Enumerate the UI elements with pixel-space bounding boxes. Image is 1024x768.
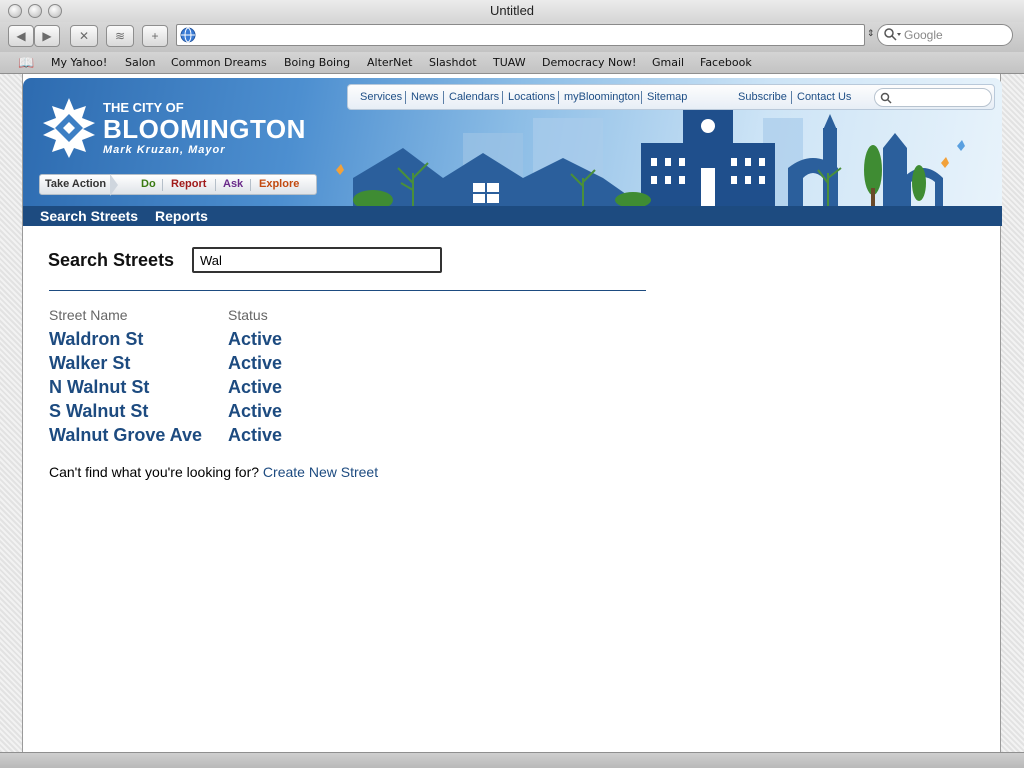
bookmark-tuaw[interactable]: TUAW (493, 56, 526, 69)
take-action-bar: Take Action Do Report Ask Explore (39, 174, 317, 196)
take-action-label: Take Action (45, 178, 107, 190)
site-header: THE CITY OF BLOOMINGTON Mark Kruzan, May… (23, 78, 1002, 206)
nav-locations[interactable]: Locations (508, 91, 555, 104)
bookmark-democracy-now[interactable]: Democracy Now! (542, 56, 636, 69)
bookmark-alternet[interactable]: AlterNet (367, 56, 413, 69)
window-titlebar: Untitled (0, 0, 1024, 22)
bookmark-common-dreams[interactable]: Common Dreams (171, 56, 267, 69)
nav-separator (443, 91, 444, 104)
take-action-report[interactable]: Report (171, 178, 206, 190)
street-name-link[interactable]: Walker St (49, 353, 130, 374)
bookmark-add-button[interactable]: ≋ (106, 25, 134, 47)
city-name: BLOOMINGTON (103, 114, 306, 144)
table-row: Walnut Grove Ave Active (23, 425, 623, 449)
browser-status-bar (0, 752, 1024, 768)
window-title: Untitled (489, 3, 535, 18)
bookmark-slashdot[interactable]: Slashdot (429, 56, 477, 69)
globe-icon (180, 27, 196, 43)
search-icon (880, 92, 892, 104)
top-utility-nav: Services News Calendars Locations myBloo… (347, 84, 995, 110)
subnav-search-streets[interactable]: Search Streets (40, 208, 138, 224)
nav-separator (641, 91, 642, 104)
bookmark-gmail[interactable]: Gmail (652, 56, 684, 69)
zoom-window-button[interactable] (48, 4, 62, 18)
google-search-field[interactable]: Google (877, 24, 1013, 46)
bookmarks-icon: ≋ (114, 29, 126, 43)
column-header-street-name: Street Name (49, 307, 128, 323)
minimize-window-button[interactable] (28, 4, 42, 18)
take-action-separator (162, 179, 163, 191)
take-action-separator (250, 179, 251, 191)
nav-separator (791, 91, 792, 104)
window-background-left (0, 74, 22, 752)
forward-button[interactable]: ▶ (34, 25, 60, 47)
nav-sitemap[interactable]: Sitemap (647, 91, 687, 104)
forward-arrow-icon: ▶ (42, 29, 52, 43)
column-header-status: Status (228, 307, 268, 323)
table-row: S Walnut St Active (23, 401, 623, 425)
window-background-right (1001, 74, 1024, 752)
city-line: THE CITY OF (103, 100, 184, 115)
nav-services[interactable]: Services (360, 91, 402, 104)
search-icon (884, 28, 901, 41)
address-bar[interactable] (176, 24, 865, 46)
new-tab-button[interactable]: + (142, 25, 168, 47)
close-window-button[interactable] (8, 4, 22, 18)
stop-button[interactable]: ✕ (70, 25, 98, 47)
nav-separator (405, 91, 406, 104)
street-name-link[interactable]: Walnut Grove Ave (49, 425, 202, 446)
bookmark-my-yahoo[interactable]: My Yahoo! (51, 56, 107, 69)
nav-news[interactable]: News (411, 91, 439, 104)
site-search-input[interactable] (874, 88, 992, 107)
mayor-name: Mark Kruzan, Mayor (103, 144, 226, 156)
nav-mybloomington[interactable]: myBloomington (564, 91, 640, 104)
take-action-ask[interactable]: Ask (223, 178, 243, 190)
open-book-icon[interactable]: 📖 (18, 55, 34, 71)
take-action-arrow-icon (110, 174, 118, 196)
back-arrow-icon: ◀ (16, 29, 26, 43)
nav-separator (502, 91, 503, 104)
street-status-link[interactable]: Active (228, 329, 282, 350)
table-row: Walker St Active (23, 353, 623, 377)
street-status-link[interactable]: Active (228, 425, 282, 446)
google-search-placeholder: Google (904, 28, 943, 42)
take-action-separator (215, 179, 216, 191)
app-subnav: Search Streets Reports (23, 206, 1002, 226)
take-action-do[interactable]: Do (141, 178, 156, 190)
nav-separator (558, 91, 559, 104)
create-new-street-link[interactable]: Create New Street (263, 464, 378, 480)
street-name-link[interactable]: Waldron St (49, 329, 143, 350)
plus-icon: + (151, 29, 159, 43)
street-status-link[interactable]: Active (228, 377, 282, 398)
take-action-explore[interactable]: Explore (259, 178, 299, 190)
bookmark-salon[interactable]: Salon (125, 56, 155, 69)
back-button[interactable]: ◀ (8, 25, 34, 47)
bookmark-facebook[interactable]: Facebook (700, 56, 752, 69)
browser-toolbar: ◀ ▶ ✕ ≋ + ⇕ Google (0, 22, 1024, 52)
page-content: THE CITY OF BLOOMINGTON Mark Kruzan, May… (22, 74, 1002, 752)
bookmarks-bar: 📖 My Yahoo! Salon Common Dreams Boing Bo… (0, 52, 1024, 74)
nav-calendars[interactable]: Calendars (449, 91, 499, 104)
help-line: Can't find what you're looking for? Crea… (49, 464, 378, 480)
street-status-link[interactable]: Active (228, 401, 282, 422)
street-name-link[interactable]: N Walnut St (49, 377, 149, 398)
street-search-input[interactable] (192, 247, 442, 273)
street-name-link[interactable]: S Walnut St (49, 401, 148, 422)
nav-subscribe[interactable]: Subscribe (738, 91, 787, 104)
table-row: Waldron St Active (23, 329, 623, 353)
nav-contact-us[interactable]: Contact Us (797, 91, 851, 104)
page-title: Search Streets (48, 250, 175, 270)
address-dropdown-icon[interactable]: ⇕ (867, 28, 875, 39)
city-seal-logo-icon (43, 98, 95, 158)
close-icon: ✕ (78, 29, 90, 43)
divider (49, 290, 646, 291)
street-status-link[interactable]: Active (228, 353, 282, 374)
help-text: Can't find what you're looking for? (49, 464, 260, 480)
table-row: N Walnut St Active (23, 377, 623, 401)
subnav-reports[interactable]: Reports (155, 208, 208, 224)
bookmark-boing-boing[interactable]: Boing Boing (284, 56, 350, 69)
